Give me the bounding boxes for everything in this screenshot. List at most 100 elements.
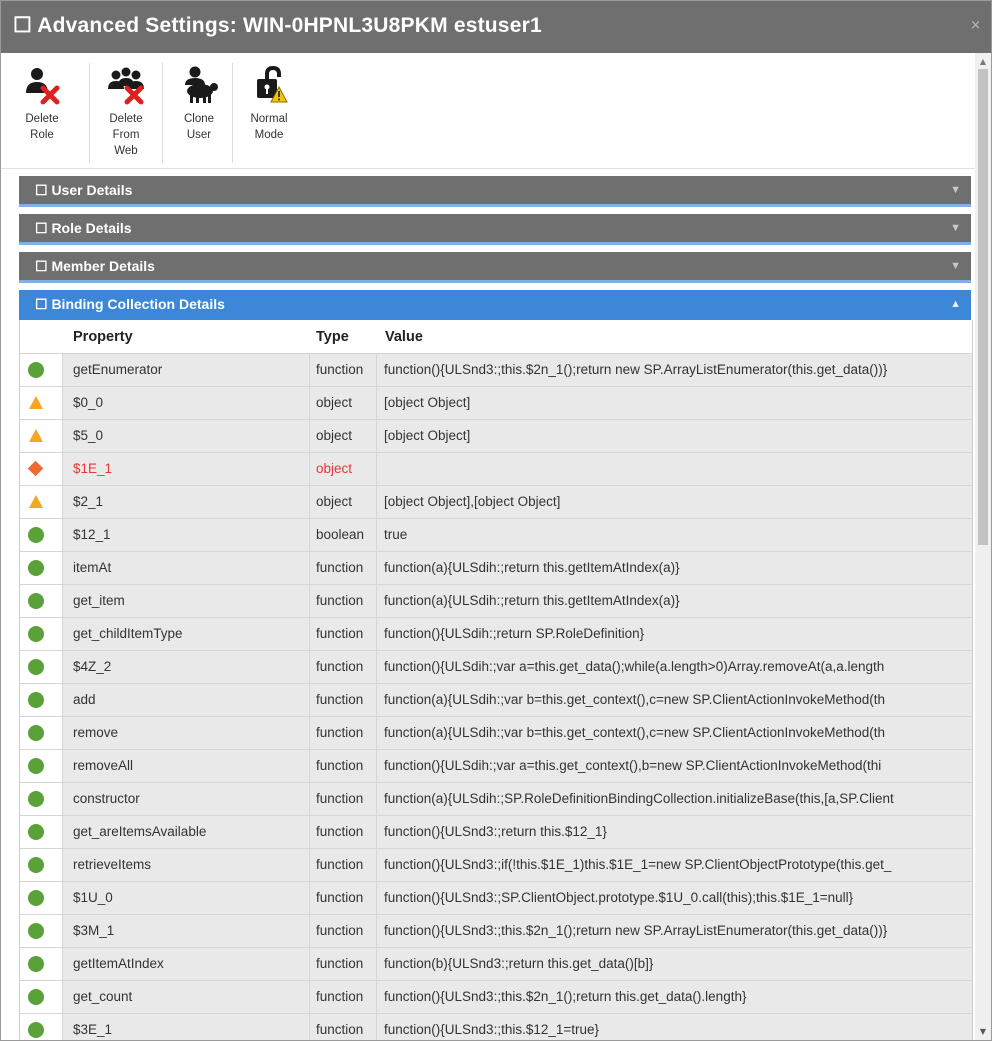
panel-user-details[interactable]: ☐ User Details ▼ (19, 176, 971, 207)
row-value: function(){ULSnd3:;this.$2n_1();return n… (384, 362, 888, 377)
row-status-cell (20, 354, 63, 386)
row-property: retrieveItems (62, 849, 310, 881)
panel-role-details[interactable]: ☐ Role Details ▼ (19, 214, 971, 245)
row-status-cell (20, 816, 63, 848)
table-row[interactable]: getItemAtIndex function function(b){ULSnd3… (20, 947, 972, 980)
status-ok-icon (28, 692, 44, 708)
delete-from-web-button[interactable]: Delete From Web (91, 65, 161, 159)
row-value: [object Object],[object Object] (384, 494, 561, 509)
normal-mode-button[interactable]: Normal Mode (234, 65, 304, 143)
table-row[interactable]: $2_1 object [object Object],[object Object… (20, 485, 972, 518)
table-row[interactable]: $5_0 object [object Object] (20, 419, 972, 452)
table-row[interactable]: $3M_1 function function(){ULSnd3:;this.$2n… (20, 914, 972, 947)
row-property: get_item (62, 585, 310, 617)
row-type: function (310, 585, 377, 617)
row-value: [object Object] (384, 395, 471, 410)
row-value: function(a){ULSdih:;return this.getItemA… (384, 560, 680, 575)
table-row[interactable]: get_count function function(){ULSnd3:;this… (20, 980, 972, 1013)
window-title: ☐ Advanced Settings: WIN-0HPNL3U8PKM est… (13, 14, 542, 37)
row-value: function(b){ULSnd3:;return this.get_data… (384, 956, 654, 971)
vertical-scrollbar[interactable]: ▲ ▼ (975, 53, 991, 1040)
table-row[interactable]: add function function(a){ULSdih:;var b=thi… (20, 683, 972, 716)
table-row[interactable]: getEnumerator function function(){ULSnd3:;… (20, 353, 972, 386)
row-status-cell (20, 420, 63, 452)
normal-mode-label-2: Mode (254, 129, 284, 141)
status-warning-icon (29, 429, 43, 442)
clone-user-button[interactable]: Clone User (164, 65, 234, 143)
row-property: $3E_1 (62, 1014, 310, 1040)
scroll-down-icon[interactable]: ▼ (975, 1024, 991, 1040)
row-status-cell (20, 486, 63, 518)
panel-binding-collection-details[interactable]: ☐ Binding Collection Details ▲ (19, 290, 971, 320)
row-type: function (310, 354, 377, 386)
table-row[interactable]: get_areItemsAvailable function function(){… (20, 815, 972, 848)
status-ok-icon (28, 989, 44, 1005)
panel-member-details-label: ☐ Member Details (35, 258, 155, 274)
row-type: function (310, 882, 377, 914)
delete-role-label-2: Role (30, 129, 54, 141)
table-row[interactable]: $1U_0 function function(){ULSnd3:;SP.Clien… (20, 881, 972, 914)
delete-from-web-label-3: Web (114, 145, 138, 157)
properties-grid: Property Type Value getEnumerator functio… (19, 320, 973, 1040)
panel-member-details[interactable]: ☐ Member Details ▼ (19, 252, 971, 283)
column-header-value[interactable]: Value (385, 329, 423, 345)
delete-role-button[interactable]: Delete Role (7, 65, 77, 143)
row-value: function(){ULSnd3:;this.$2n_1();return t… (384, 989, 747, 1004)
row-status-cell (20, 618, 63, 650)
scroll-up-icon[interactable]: ▲ (975, 53, 991, 69)
panel-user-details-label: ☐ User Details (35, 182, 133, 198)
table-row[interactable]: $12_1 boolean true (20, 518, 972, 551)
status-ok-icon (28, 1022, 44, 1038)
row-property: getItemAtIndex (62, 948, 310, 980)
row-type: function (310, 915, 377, 947)
table-row[interactable]: get_childItemType function function(){ULSd… (20, 617, 972, 650)
table-row[interactable]: $3E_1 function function(){ULSnd3:;this.$12… (20, 1013, 972, 1040)
row-type: object (310, 387, 377, 419)
table-row[interactable]: removeAll function function(){ULSdih:;var … (20, 749, 972, 782)
table-row[interactable]: $1E_1 object (20, 452, 972, 485)
toolbar-separator (232, 63, 233, 163)
table-row[interactable]: $4Z_2 function function(){ULSdih:;var a=th… (20, 650, 972, 683)
status-ok-icon (28, 527, 44, 543)
delete-from-web-label-1: Delete (109, 113, 143, 125)
row-value: function(){ULSnd3:;if(!this.$1E_1)this.$… (384, 857, 892, 872)
clone-user-label-2: User (186, 129, 212, 141)
row-type: function (310, 783, 377, 815)
advanced-settings-window: ☐ Advanced Settings: WIN-0HPNL3U8PKM est… (0, 0, 992, 1041)
row-status-cell (20, 915, 63, 947)
status-ok-icon (28, 923, 44, 939)
table-row[interactable]: get_item function function(a){ULSdih:;retu… (20, 584, 972, 617)
status-ok-icon (28, 956, 44, 972)
row-status-cell (20, 849, 63, 881)
expand-arrow-icon: ▼ (950, 260, 961, 272)
row-type: function (310, 552, 377, 584)
row-value: function(){ULSnd3:;SP.ClientObject.proto… (384, 890, 854, 905)
column-header-property[interactable]: Property (73, 329, 133, 345)
row-property: $1U_0 (62, 882, 310, 914)
table-row[interactable]: remove function function(a){ULSdih:;var b=… (20, 716, 972, 749)
table-row[interactable]: constructor function function(a){ULSdih:;S… (20, 782, 972, 815)
user-delete-icon (26, 68, 60, 105)
column-header-type[interactable]: Type (316, 329, 349, 345)
row-type: function (310, 948, 377, 980)
title-bar: ☐ Advanced Settings: WIN-0HPNL3U8PKM est… (1, 1, 991, 53)
status-ok-icon (28, 626, 44, 642)
row-value: function(){ULSdih:;var a=this.get_contex… (384, 758, 882, 773)
table-row[interactable]: itemAt function function(a){ULSdih:;return… (20, 551, 972, 584)
row-value: function(a){ULSdih:;SP.RoleDefinitionBin… (384, 791, 894, 806)
delete-role-label-1: Delete (25, 113, 59, 125)
row-property: removeAll (62, 750, 310, 782)
row-status-cell (20, 651, 63, 683)
expand-arrow-icon: ▼ (950, 222, 961, 234)
row-property: $5_0 (62, 420, 310, 452)
close-icon[interactable]: × (970, 18, 981, 33)
row-type: object (310, 420, 377, 452)
row-property: $1E_1 (62, 453, 310, 485)
table-row[interactable]: $0_0 object [object Object] (20, 386, 972, 419)
scrollbar-thumb[interactable] (978, 69, 988, 545)
row-property: $12_1 (62, 519, 310, 551)
toolbar-separator (162, 63, 163, 163)
table-row[interactable]: retrieveItems function function(){ULSnd3:;… (20, 848, 972, 881)
row-type: function (310, 618, 377, 650)
row-status-cell (20, 453, 63, 485)
